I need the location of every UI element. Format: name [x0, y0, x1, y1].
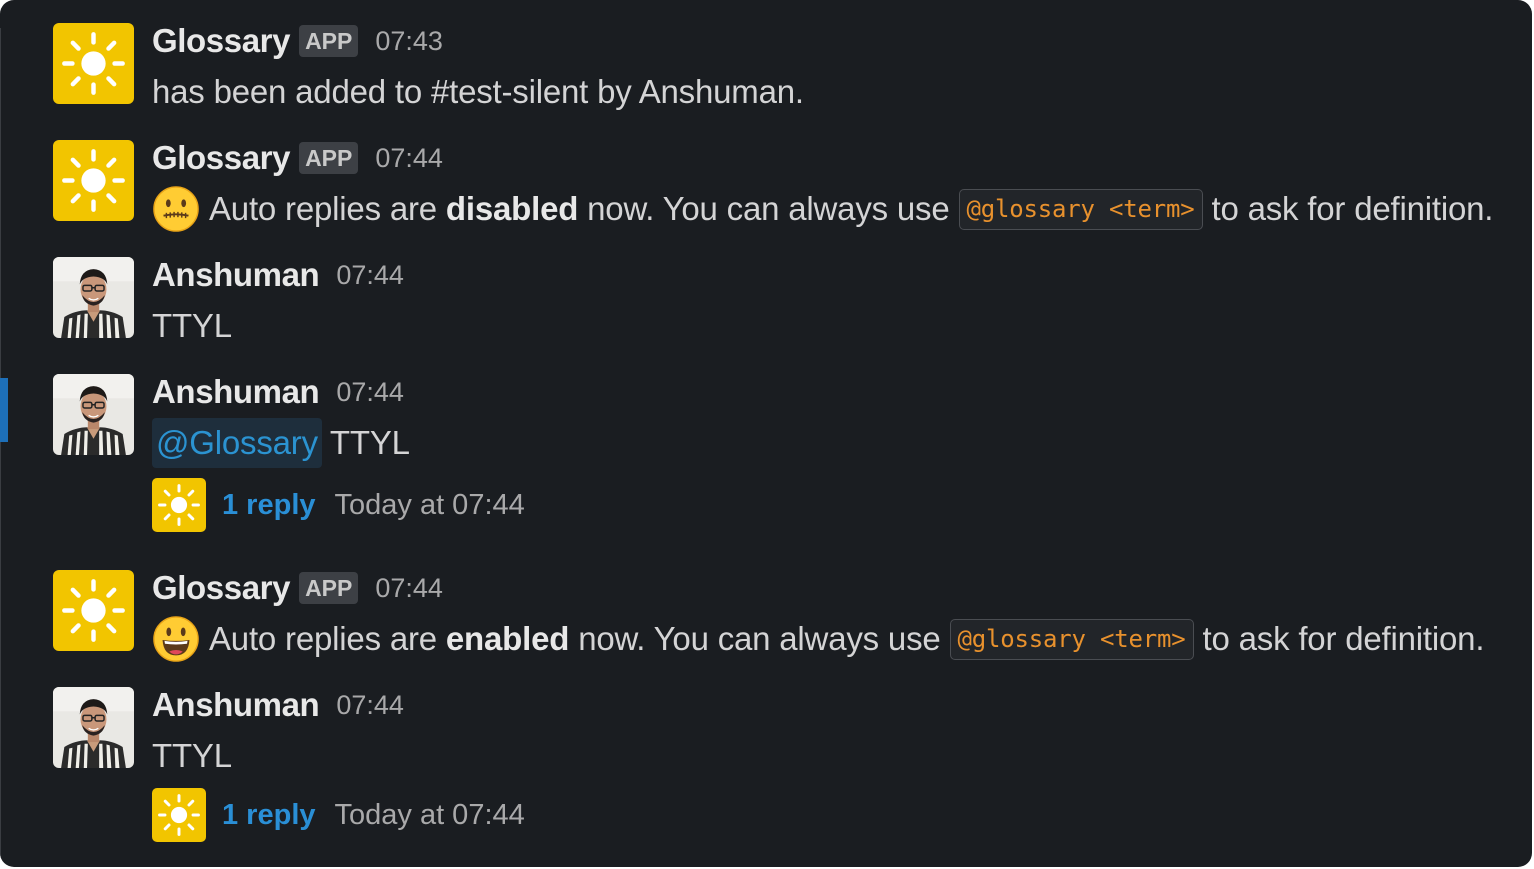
- app-badge: APP: [299, 142, 359, 174]
- zipper-mouth-face-emoji: [152, 185, 200, 233]
- message-bold-text: enabled: [445, 620, 570, 657]
- sun-icon[interactable]: [152, 788, 206, 842]
- message-text: TTYL: [152, 307, 232, 344]
- message-text: now. You can always use: [578, 620, 941, 657]
- user-avatar[interactable]: [53, 257, 134, 338]
- last-reply-time: Today at 07:44: [334, 488, 525, 521]
- message-timestamp[interactable]: 07:44: [336, 690, 404, 721]
- message-text: to ask for definition.: [1211, 190, 1494, 227]
- sun-icon[interactable]: [53, 140, 134, 221]
- message-timestamp[interactable]: 07:44: [336, 377, 404, 408]
- message-text: Auto replies are: [209, 190, 437, 227]
- message-text: TTYL: [329, 424, 410, 461]
- message-timestamp[interactable]: 07:43: [375, 26, 443, 57]
- thread-replies[interactable]: 1 reply Today at 07:44: [152, 788, 525, 842]
- message-timestamp[interactable]: 07:44: [375, 573, 443, 604]
- user-avatar[interactable]: [53, 687, 134, 768]
- inline-code: @glossary <term>: [949, 618, 1194, 660]
- thread-replies[interactable]: 1 reply Today at 07:44: [152, 478, 525, 532]
- sender-name[interactable]: Anshuman: [152, 256, 320, 294]
- sun-icon[interactable]: [152, 478, 206, 532]
- sender-name[interactable]: Anshuman: [152, 686, 320, 724]
- message-timestamp[interactable]: 07:44: [336, 260, 404, 291]
- sender-name[interactable]: Glossary: [152, 569, 290, 607]
- message-text: TTYL: [152, 737, 232, 774]
- message-text: to ask for definition.: [1202, 620, 1485, 657]
- last-reply-time: Today at 07:44: [334, 798, 525, 831]
- app-badge: APP: [299, 25, 359, 57]
- message-text: Auto replies are: [209, 620, 437, 657]
- reply-count-link[interactable]: 1 reply: [222, 799, 316, 832]
- message-timestamp[interactable]: 07:44: [375, 143, 443, 174]
- message-text: now. You can always use: [587, 190, 950, 227]
- sidebar-divider: [0, 28, 1, 858]
- sun-icon[interactable]: [53, 23, 134, 104]
- reply-count-link[interactable]: 1 reply: [222, 489, 316, 522]
- user-avatar[interactable]: [53, 374, 134, 455]
- sender-name[interactable]: Glossary: [152, 139, 290, 177]
- active-message-indicator: [0, 378, 8, 442]
- message-text: has been added to #test-silent by Anshum…: [152, 73, 804, 110]
- sender-name[interactable]: Anshuman: [152, 373, 320, 411]
- sender-name[interactable]: Glossary: [152, 22, 290, 60]
- smiley-face-emoji: [152, 615, 200, 663]
- channel-message-list: Glossary APP 07:43 has been added to #te…: [0, 0, 1532, 867]
- inline-code: @glossary <term>: [958, 188, 1203, 230]
- user-mention[interactable]: @Glossary: [152, 418, 322, 468]
- sun-icon[interactable]: [53, 570, 134, 651]
- app-badge: APP: [299, 572, 359, 604]
- message-bold-text: disabled: [445, 190, 579, 227]
